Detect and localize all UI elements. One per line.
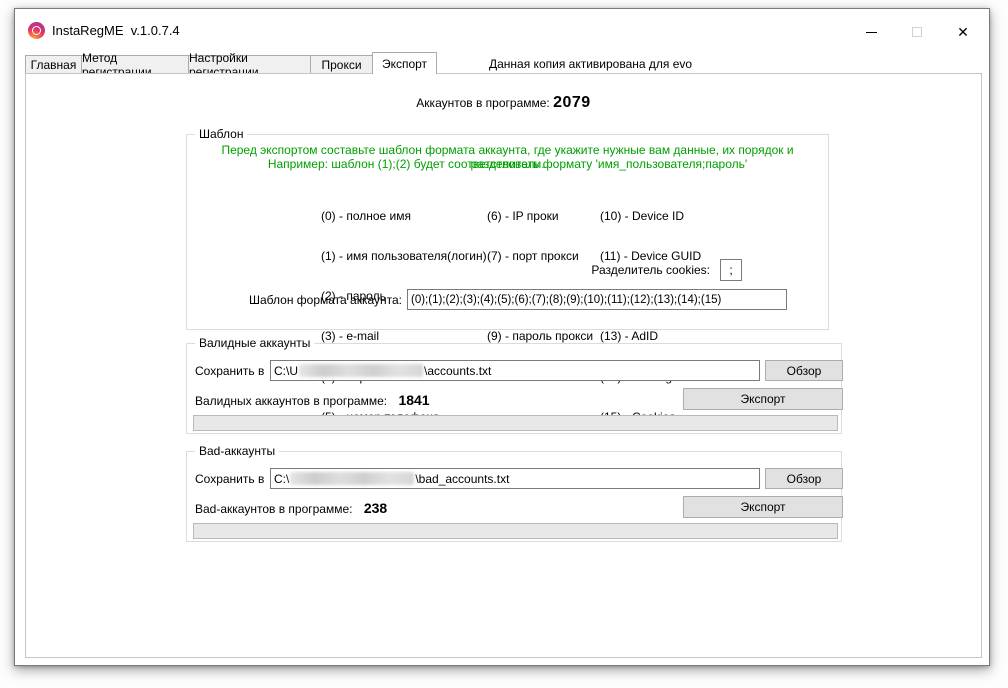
valid-save-label: Сохранить в <box>195 364 264 378</box>
redacted-path-segment <box>299 364 423 377</box>
tab-proksi[interactable]: Прокси <box>310 55 373 74</box>
close-button[interactable]: ✕ <box>942 19 984 45</box>
activation-notice: Данная копия активирована для evo <box>489 57 692 71</box>
close-icon: ✕ <box>957 24 969 41</box>
accounts-summary: Аккаунтов в программе: 2079 <box>26 94 981 112</box>
bad-count-label: Bad-аккаунтов в программе: <box>195 502 352 516</box>
bad-export-progressbar <box>193 523 838 539</box>
path-suffix: \accounts.txt <box>424 364 491 378</box>
tab-label: Главная <box>31 58 77 72</box>
tab-label: Экспорт <box>382 57 427 71</box>
cookies-separator-label: Разделитель cookies: <box>591 263 710 277</box>
tab-strip: Главная Метод регистрации Настройки реги… <box>15 52 989 73</box>
code-item: (0) - полное имя <box>321 210 487 223</box>
template-groupbox: Шаблон Перед экспортом составьте шаблон … <box>186 134 829 330</box>
valid-count-value: 1841 <box>398 392 429 408</box>
bad-save-label: Сохранить в <box>195 472 264 486</box>
account-format-label: Шаблон формата аккаунта: <box>249 293 402 307</box>
tab-label: Прокси <box>321 58 361 72</box>
bad-count-value: 238 <box>364 500 387 516</box>
app-window: InstaRegME v.1.0.7.4 ✕ Главная Метод рег… <box>14 8 990 666</box>
valid-browse-button[interactable]: Обзор <box>765 360 843 381</box>
valid-path-input[interactable]: C:\U \accounts.txt <box>270 360 760 381</box>
bad-accounts-groupbox: Bad-аккаунты Сохранить в C:\\bad_account… <box>186 451 842 542</box>
bad-browse-button[interactable]: Обзор <box>765 468 843 489</box>
bad-path-input[interactable]: C:\ \bad_accounts.txt <box>270 468 760 489</box>
redacted-path-segment <box>290 472 414 485</box>
tab-metod-registracii[interactable]: Метод регистрации <box>81 55 189 74</box>
app-logo-icon <box>28 22 45 39</box>
valid-group-title: Валидные аккаунты <box>195 336 314 350</box>
bad-count-row: Bad-аккаунтов в программе: 238 <box>195 500 387 516</box>
code-item: (7) - порт прокси <box>487 250 593 263</box>
path-prefix: C:\ <box>274 472 289 486</box>
code-item: (13) - AdID <box>600 330 701 343</box>
code-item: (1) - имя пользователя(логин) <box>321 250 487 263</box>
tab-glavnaya[interactable]: Главная <box>25 55 82 74</box>
maximize-button[interactable] <box>896 19 938 45</box>
code-item: (10) - Device ID <box>600 210 701 223</box>
path-suffix: \bad_accounts.txt <box>415 472 509 486</box>
maximize-icon <box>912 27 922 37</box>
valid-export-progressbar <box>193 415 838 431</box>
cookies-separator-input[interactable] <box>720 259 742 281</box>
bad-export-button[interactable]: Экспорт <box>683 496 843 518</box>
valid-accounts-groupbox: Валидные аккаунты Сохранить в C:\U\accou… <box>186 343 842 434</box>
minimize-button[interactable] <box>850 19 892 45</box>
code-item: (6) - IP проки <box>487 210 593 223</box>
cookies-separator-row: Разделитель cookies: <box>591 259 742 281</box>
window-title: InstaRegME v.1.0.7.4 <box>52 23 180 38</box>
valid-export-button[interactable]: Экспорт <box>683 388 843 410</box>
accounts-total-value: 2079 <box>553 94 591 111</box>
accounts-total-label: Аккаунтов в программе: <box>416 96 549 110</box>
instruction-line-2: Например: шаблон (1);(2) будет соответст… <box>187 157 828 171</box>
code-item: (3) - e-mail <box>321 330 487 343</box>
template-group-title: Шаблон <box>195 127 247 141</box>
account-format-row: Шаблон формата аккаунта: <box>249 289 787 310</box>
tab-eksport[interactable]: Экспорт <box>372 52 437 74</box>
minimize-icon <box>866 32 877 33</box>
valid-count-label: Валидных аккаунтов в программе: <box>195 394 387 408</box>
valid-count-row: Валидных аккаунтов в программе: 1841 <box>195 392 430 408</box>
title-bar[interactable]: InstaRegME v.1.0.7.4 ✕ <box>15 9 989 49</box>
path-prefix: C:\U <box>274 364 298 378</box>
export-tab-page: Аккаунтов в программе: 2079 Шаблон Перед… <box>25 73 982 658</box>
tab-nastroyki-registracii[interactable]: Настройки регистрации <box>188 55 311 74</box>
account-format-input[interactable] <box>407 289 787 310</box>
code-item: (9) - пароль прокси <box>487 330 593 343</box>
bad-group-title: Bad-аккаунты <box>195 444 279 458</box>
